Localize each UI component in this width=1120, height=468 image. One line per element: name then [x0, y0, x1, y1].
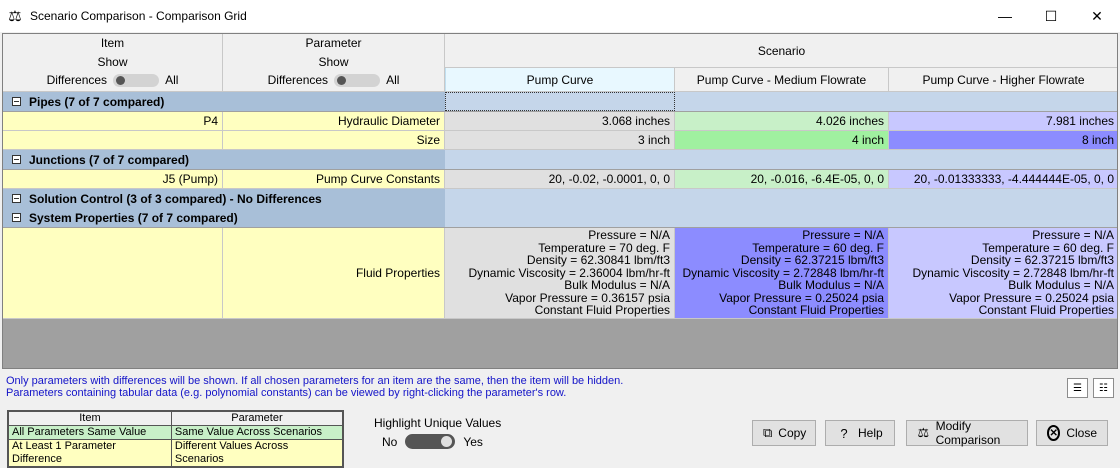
color-legend: Item Parameter All Parameters Same Value… — [7, 410, 344, 468]
group-junctions[interactable]: Junctions (7 of 7 compared) — [3, 150, 1117, 169]
item-show-toggle[interactable] — [113, 73, 160, 87]
copy-icon: ⧉ — [763, 425, 773, 440]
minimize-button[interactable]: — — [982, 0, 1028, 32]
column-header-higher-flowrate[interactable]: Pump Curve - Higher Flowrate — [889, 68, 1117, 92]
balance-scale-icon: ⚖ — [8, 8, 22, 25]
collapse-icon[interactable] — [12, 194, 21, 203]
help-button[interactable]: ? Help — [825, 420, 895, 446]
title-bar: ⚖ Scenario Comparison - Comparison Grid … — [0, 0, 1120, 32]
collapse-icon[interactable] — [12, 213, 21, 222]
group-solution-control[interactable]: Solution Control (3 of 3 compared) - No … — [3, 189, 1117, 208]
highlight-unique-values: Highlight Unique Values No Yes — [374, 416, 502, 449]
collapse-icon[interactable] — [12, 155, 21, 164]
table-row[interactable]: P4 Hydraulic Diameter 3.068 inches 4.026… — [3, 112, 1117, 131]
window-title: Scenario Comparison - Comparison Grid — [30, 9, 247, 23]
scenario-header: Scenario — [445, 34, 1117, 68]
modify-comparison-button[interactable]: ⚖ Modify Comparison — [906, 419, 1028, 447]
maximize-button[interactable]: ☐ — [1028, 0, 1074, 32]
help-icon: ? — [840, 425, 848, 441]
column-header-medium-flowrate[interactable]: Pump Curve - Medium Flowrate — [675, 68, 889, 92]
close-button[interactable]: ✕ Close — [1036, 420, 1108, 446]
comparison-grid[interactable]: Item Show Differences All Parameter Show… — [2, 33, 1118, 369]
group-pipes[interactable]: Pipes (7 of 7 compared) — [3, 92, 1117, 111]
close-window-button[interactable]: ✕ — [1074, 0, 1120, 32]
table-row[interactable]: Size 3 inch 4 inch 8 inch — [3, 131, 1117, 150]
copy-button[interactable]: ⧉ Copy — [752, 420, 816, 446]
column-header-pump-curve[interactable]: Pump Curve — [445, 68, 675, 92]
collapse-all-icon[interactable]: ☷ — [1093, 378, 1114, 398]
modify-comparison-icon: ⚖ — [917, 425, 930, 440]
item-column-header: Item Show Differences All — [3, 34, 223, 92]
highlight-toggle[interactable] — [405, 434, 456, 449]
table-row[interactable]: Fluid Properties Pressure = N/A Temperatu… — [3, 228, 1117, 319]
parameter-show-toggle[interactable] — [334, 73, 381, 87]
fluid-properties-medium-flowrate: Pressure = N/A Temperature = 60 deg. F Den… — [675, 228, 889, 319]
fluid-properties-higher-flowrate: Pressure = N/A Temperature = 60 deg. F Den… — [889, 228, 1117, 319]
collapse-icon[interactable] — [12, 97, 21, 106]
bottom-panel: Only parameters with differences will be… — [0, 369, 1120, 468]
info-text: Only parameters with differences will be… — [6, 375, 624, 399]
close-icon: ✕ — [1047, 425, 1061, 441]
parameter-column-header: Parameter Show Differences All — [223, 34, 445, 92]
table-row[interactable]: J5 (Pump) Pump Curve Constants 20, -0.02… — [3, 170, 1117, 189]
fluid-properties-pump-curve: Pressure = N/A Temperature = 70 deg. F Den… — [445, 228, 675, 319]
expand-all-icon[interactable]: ☰ — [1067, 378, 1088, 398]
group-system-properties[interactable]: System Properties (7 of 7 compared) — [3, 208, 1117, 227]
